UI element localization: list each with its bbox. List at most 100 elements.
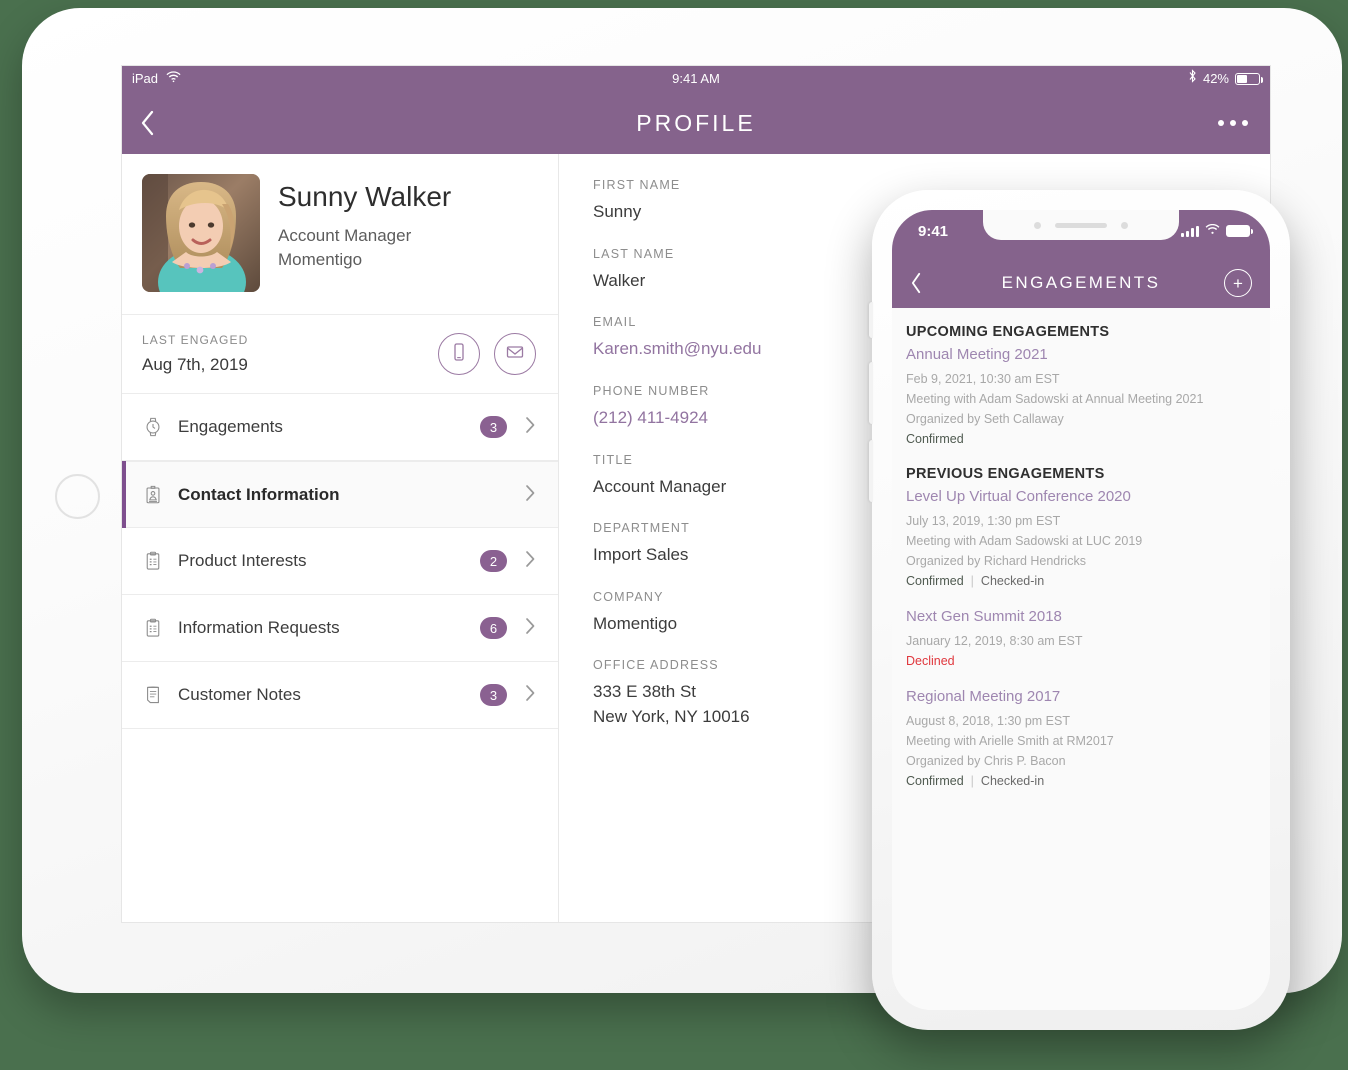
status-badge: Confirmed [906, 774, 964, 788]
engagement-title[interactable]: Level Up Virtual Conference 2020 [906, 488, 1256, 505]
battery-percent-label: 42% [1202, 71, 1229, 86]
email-button[interactable] [494, 333, 536, 375]
earpiece-speaker [1055, 222, 1107, 228]
engagement-organizer: Organized by Seth Callaway [906, 412, 1064, 426]
engagement-title[interactable]: Regional Meeting 2017 [906, 688, 1256, 705]
chevron-right-icon [525, 550, 536, 572]
chevron-right-icon [525, 484, 536, 506]
count-badge: 6 [480, 617, 507, 639]
id-badge-icon [142, 485, 164, 505]
status-separator: | [970, 574, 974, 588]
sidebar-item-label: Engagements [178, 417, 283, 436]
status-bar-right: 42% [1188, 66, 1263, 92]
iphone-notch [983, 210, 1179, 240]
engagement-status: Declined [906, 654, 1256, 668]
sidebar-item-label: Product Interests [178, 551, 307, 570]
phone-icon [449, 342, 469, 367]
watch-icon [142, 417, 164, 437]
engagement-datetime: July 13, 2019, 1:30 pm EST [906, 514, 1061, 528]
profile-company: Momentigo [278, 250, 363, 270]
engagement-item[interactable]: Regional Meeting 2017 August 8, 2018, 1:3… [906, 688, 1256, 788]
page-title: ENGAGEMENTS [1001, 273, 1161, 292]
engagement-status: Confirmed [906, 432, 1256, 446]
contact-actions [438, 333, 536, 375]
sidebar-item-customer-notes[interactable]: Customer Notes 3 [122, 662, 558, 729]
engagement-item[interactable]: Next Gen Summit 2018 January 12, 2019, 8:… [906, 608, 1256, 668]
last-engaged-info: LAST ENGAGED Aug 7th, 2019 [142, 333, 248, 375]
chevron-right-icon [525, 416, 536, 438]
engagement-organizer: Organized by Richard Hendricks [906, 554, 1086, 568]
iphone-status-icons [1181, 210, 1253, 252]
profile-sidebar: Sunny Walker Account Manager Momentigo L… [122, 154, 559, 922]
last-engaged-row: LAST ENGAGED Aug 7th, 2019 [122, 315, 558, 394]
engagement-meeting: Meeting with Adam Sadowski at LUC 2019 [906, 534, 1143, 548]
ipad-nav-bar: PROFILE [122, 92, 1270, 154]
iphone-status-bar: 9:41 [892, 210, 1270, 258]
engagement-status: Confirmed | Checked-in [906, 774, 1256, 788]
iphone-volume-up-button[interactable] [869, 362, 873, 424]
status-badge-secondary: Checked-in [980, 774, 1045, 788]
status-bar-time: 9:41 AM [672, 71, 720, 86]
iphone-status-time: 9:41 [918, 222, 949, 240]
profile-name: Sunny Walker [278, 181, 452, 212]
sidebar-item-label: Customer Notes [178, 685, 301, 704]
sidebar-item-engagements[interactable]: Engagements 3 [122, 394, 558, 461]
iphone-volume-down-button[interactable] [869, 440, 873, 502]
page-title: PROFILE [636, 109, 756, 136]
engagement-title[interactable]: Next Gen Summit 2018 [906, 608, 1256, 625]
engagements-section-heading: PREVIOUS ENGAGEMENTS [906, 466, 1105, 482]
status-badge: Confirmed [906, 574, 964, 588]
engagement-status: Confirmed | Checked-in [906, 574, 1256, 588]
iphone-nav-bar: ENGAGEMENTS + [892, 258, 1270, 308]
envelope-icon [505, 342, 525, 367]
wifi-icon [1205, 222, 1220, 240]
sensor-icon [1121, 221, 1128, 229]
iphone-device-frame: 9:41 ENGAGEMENTS + UPCOMING ENGAGEMENTS … [869, 190, 1290, 1030]
more-horizontal-icon[interactable] [1218, 92, 1248, 154]
last-engaged-label: LAST ENGAGED [142, 333, 249, 347]
engagement-datetime: August 8, 2018, 1:30 pm EST [906, 714, 1070, 728]
ipad-status-bar: iPad 9:41 AM 42% [122, 66, 1270, 92]
chevron-right-icon [525, 617, 536, 639]
clipboard-icon [142, 551, 164, 571]
engagement-title[interactable]: Annual Meeting 2021 [906, 346, 1256, 363]
clipboard-icon [142, 618, 164, 638]
phone-button[interactable] [438, 333, 480, 375]
iphone-screen: 9:41 ENGAGEMENTS + UPCOMING ENGAGEMENTS … [892, 210, 1270, 1010]
sidebar-item-label: Information Requests [178, 618, 340, 637]
engagement-meeting: Meeting with Adam Sadowski at Annual Mee… [906, 392, 1204, 406]
count-badge: 3 [480, 684, 507, 706]
profile-menu: Engagements 3 Contact Information Product I… [122, 394, 558, 729]
last-engaged-value: Aug 7th, 2019 [142, 355, 248, 374]
add-engagement-button[interactable]: + [1224, 269, 1252, 297]
front-camera-icon [1034, 221, 1041, 229]
bluetooth-icon [1188, 66, 1197, 92]
sidebar-item-information-requests[interactable]: Information Requests 6 [122, 595, 558, 662]
count-badge: 3 [480, 416, 507, 438]
status-badge: Confirmed [906, 432, 964, 446]
battery-icon [1235, 73, 1263, 85]
sidebar-item-contact-information[interactable]: Contact Information [122, 461, 558, 528]
sidebar-item-product-interests[interactable]: Product Interests 2 [122, 528, 558, 595]
battery-icon [1226, 225, 1253, 237]
engagement-item[interactable]: Annual Meeting 2021 Feb 9, 2021, 10:30 am… [906, 346, 1256, 446]
iphone-silent-switch[interactable] [869, 302, 873, 338]
engagement-datetime: January 12, 2019, 8:30 am EST [906, 634, 1083, 648]
profile-card: Sunny Walker Account Manager Momentigo [122, 154, 558, 315]
status-badge: Declined [906, 654, 955, 668]
engagement-organizer: Organized by Chris P. Bacon [906, 754, 1066, 768]
engagements-list: UPCOMING ENGAGEMENTS Annual Meeting 2021 F… [892, 308, 1270, 1010]
status-badge-secondary: Checked-in [980, 574, 1045, 588]
status-separator: | [970, 774, 974, 788]
sidebar-item-label: Contact Information [178, 484, 340, 504]
screenshot-stage: iPad 9:41 AM 42% PROFILE Sunny Walker Ac… [0, 0, 1348, 1070]
engagement-item[interactable]: Level Up Virtual Conference 2020 July 13,… [906, 488, 1256, 588]
engagement-datetime: Feb 9, 2021, 10:30 am EST [906, 372, 1060, 386]
notes-icon [142, 685, 164, 705]
engagements-section-heading: UPCOMING ENGAGEMENTS [906, 324, 1110, 340]
count-badge: 2 [480, 550, 507, 572]
profile-role: Account Manager [278, 225, 412, 245]
chevron-right-icon [525, 684, 536, 706]
profile-text: Sunny Walker Account Manager Momentigo [278, 174, 451, 292]
ipad-home-button[interactable] [55, 474, 100, 519]
